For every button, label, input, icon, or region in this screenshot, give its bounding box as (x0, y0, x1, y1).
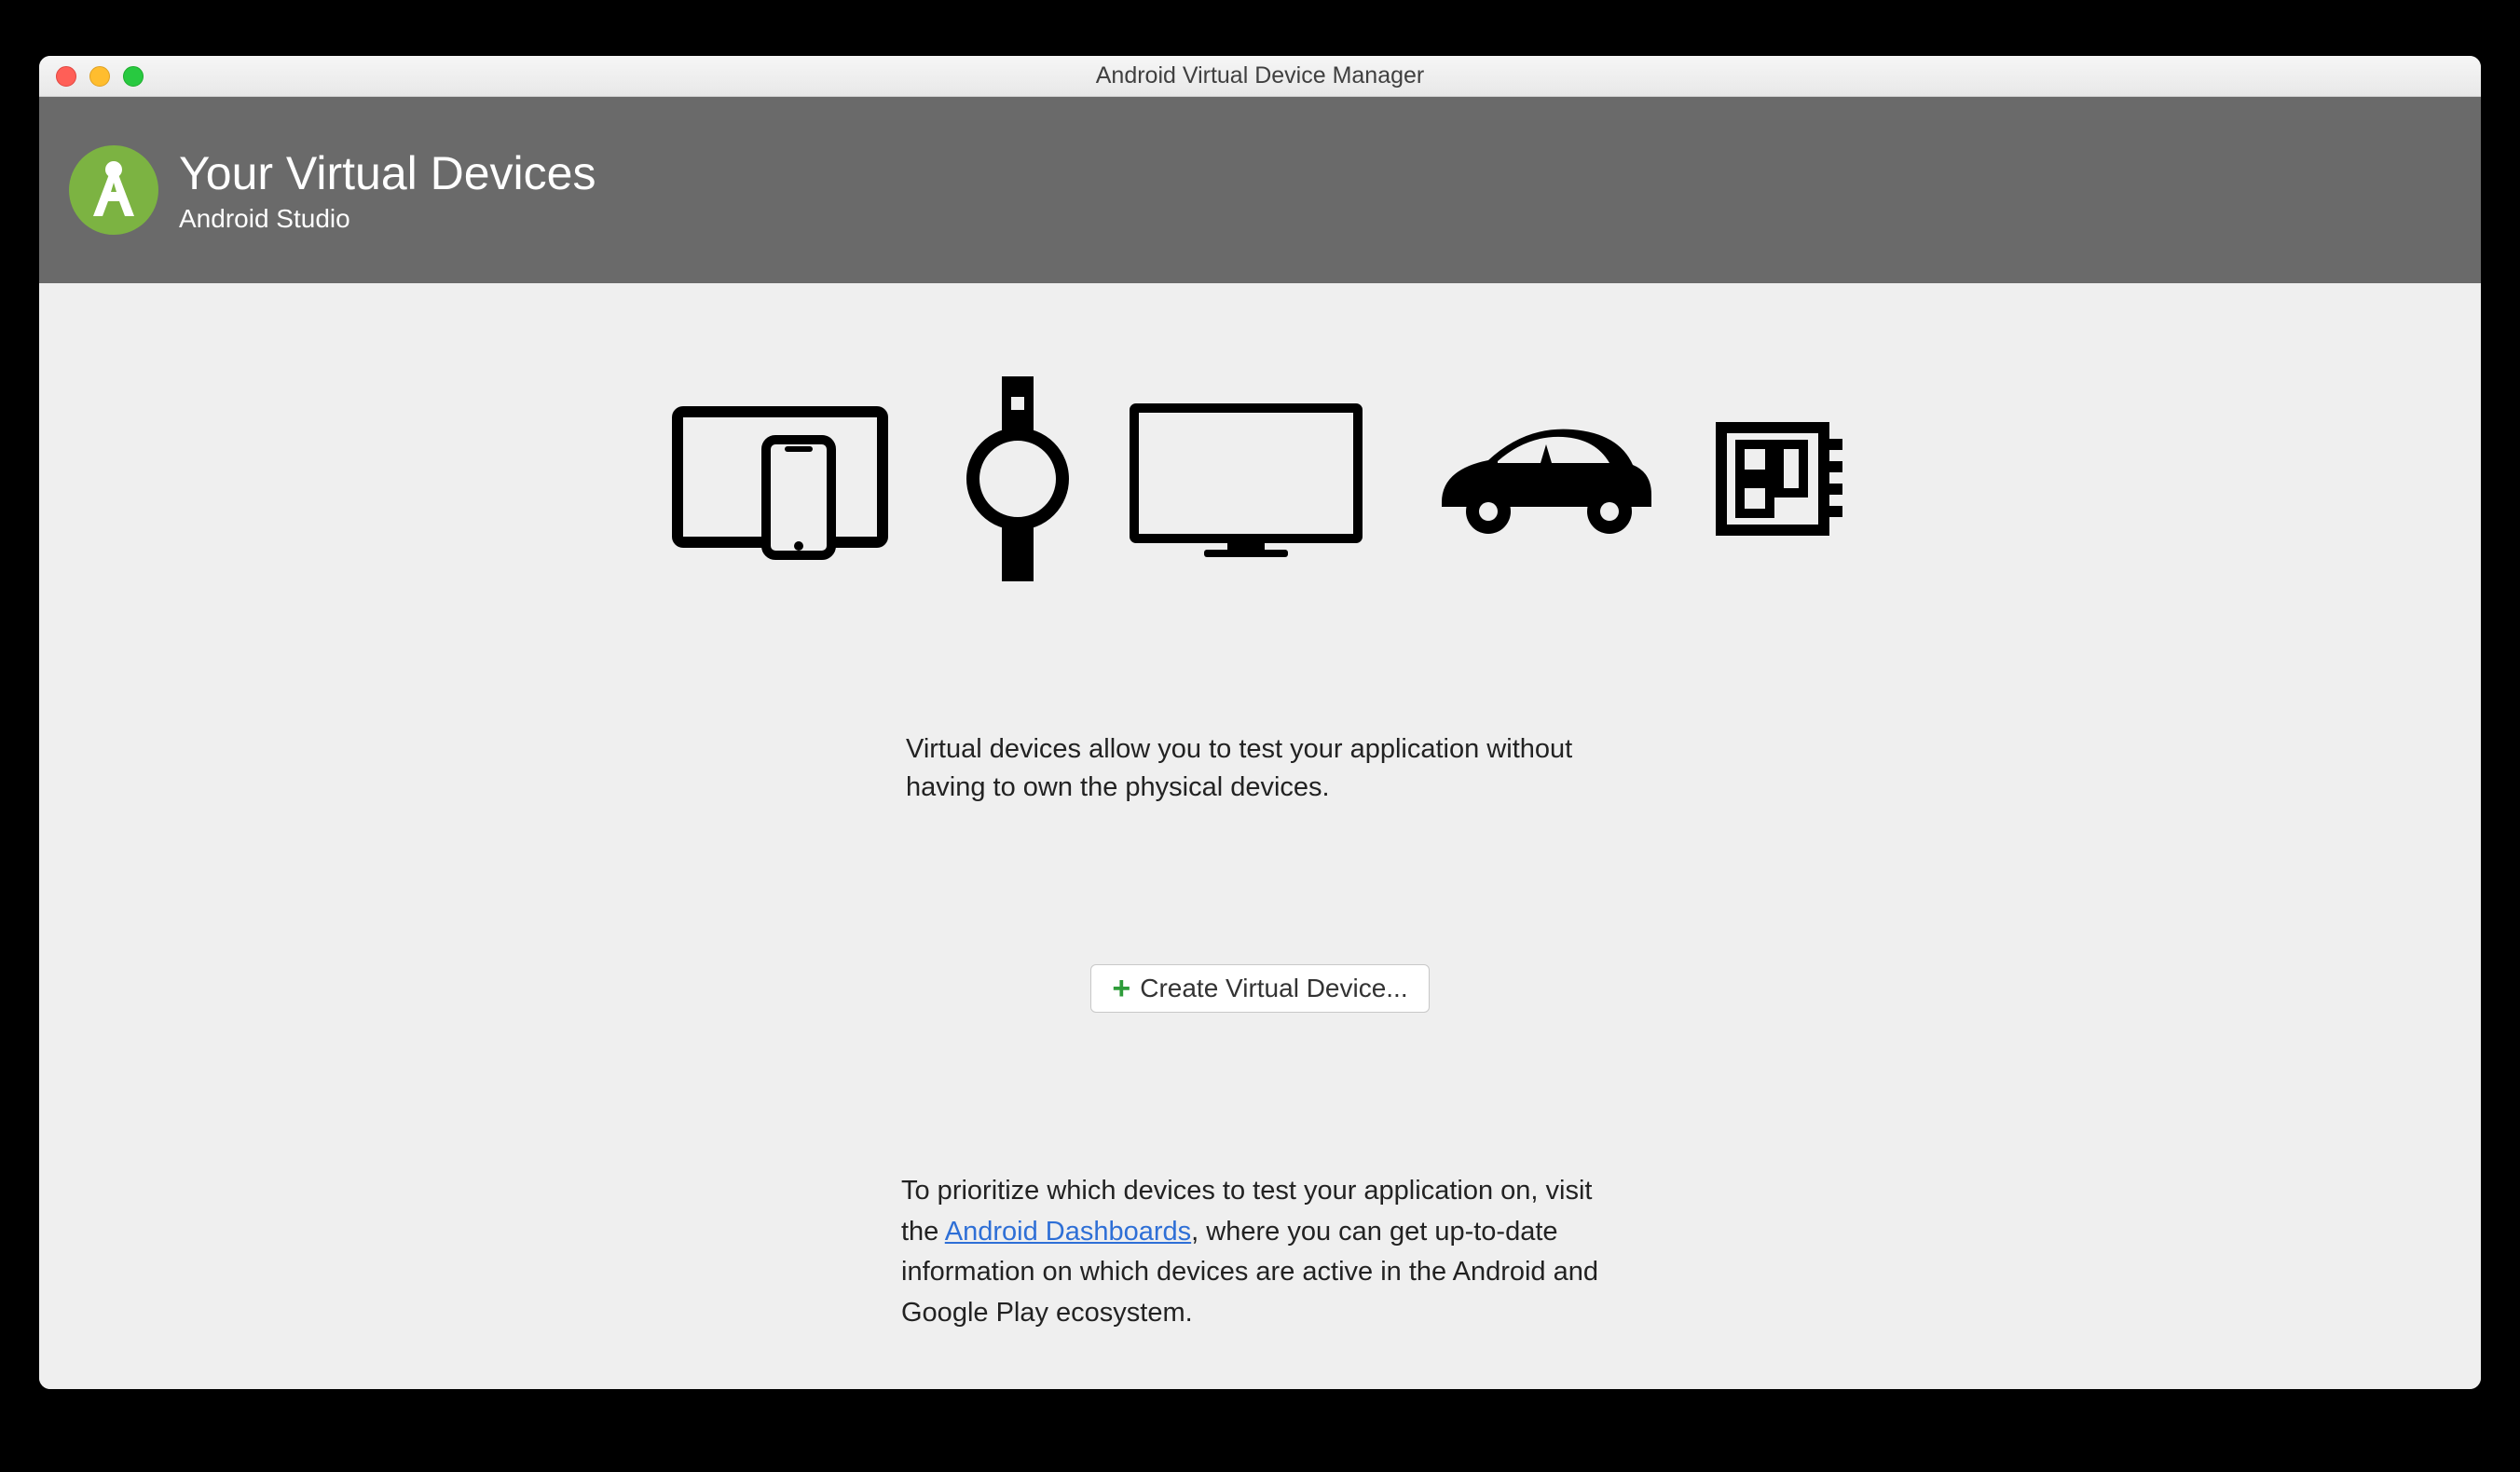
page-title: Your Virtual Devices (179, 146, 596, 200)
close-window-button[interactable] (56, 66, 76, 87)
header-text-block: Your Virtual Devices Android Studio (179, 146, 596, 234)
maximize-window-button[interactable] (123, 66, 144, 87)
car-icon (1423, 418, 1656, 539)
things-chip-icon (1712, 418, 1852, 539)
content-area: Virtual devices allow you to test your a… (39, 283, 2481, 1389)
app-window: Android Virtual Device Manager Your Virt… (39, 56, 2481, 1389)
footer-help-text: To prioritize which devices to test your… (901, 1171, 1619, 1333)
create-button-label: Create Virtual Device... (1140, 974, 1407, 1003)
watch-icon (966, 376, 1069, 581)
create-virtual-device-button[interactable]: + Create Virtual Device... (1090, 964, 1429, 1013)
page-header: Your Virtual Devices Android Studio (39, 97, 2481, 283)
titlebar: Android Virtual Device Manager (39, 56, 2481, 97)
page-subtitle: Android Studio (179, 204, 596, 234)
phone-tablet-icon (668, 395, 911, 563)
window-controls (56, 66, 144, 87)
tv-icon (1125, 395, 1367, 563)
button-wrap: + Create Virtual Device... (1090, 964, 1429, 1013)
plus-icon: + (1112, 973, 1130, 1004)
android-dashboards-link[interactable]: Android Dashboards (945, 1217, 1191, 1247)
minimize-window-button[interactable] (89, 66, 110, 87)
window-title: Android Virtual Device Manager (54, 62, 2466, 89)
description-text: Virtual devices allow you to test your a… (906, 730, 1614, 806)
device-type-illustration (668, 376, 1852, 581)
android-studio-logo-icon (67, 143, 160, 237)
